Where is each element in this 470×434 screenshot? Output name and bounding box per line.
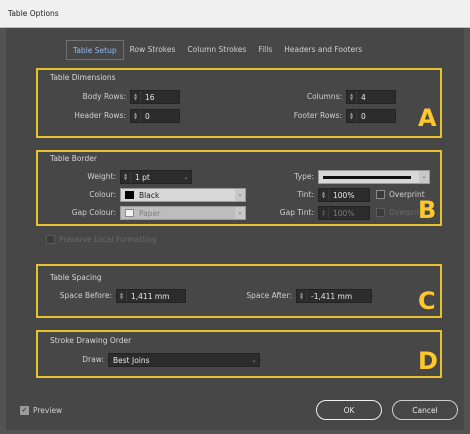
- checkbox-box[interactable]: [376, 208, 385, 217]
- callout-letter-d: D: [418, 347, 438, 375]
- chevron-down-icon[interactable]: ⌄: [419, 171, 429, 183]
- chevron-down-icon[interactable]: ⌄: [235, 189, 245, 201]
- weight-field[interactable]: ▲ ▼ 1 pt ⌄: [120, 170, 192, 184]
- callout-letter-a: A: [418, 104, 437, 132]
- columns-label: Columns:: [306, 92, 342, 101]
- header-rows-label: Header Rows:: [74, 111, 126, 120]
- tab-headers-footers[interactable]: Headers and Footers: [278, 40, 368, 60]
- tint-field[interactable]: ▲ ▼ 100%: [318, 188, 370, 202]
- space-before-value: 1,411 mm: [131, 291, 170, 301]
- colour-name: Black: [139, 190, 160, 200]
- space-before-label: Space Before:: [59, 291, 112, 300]
- gap-colour-value: Paper: [121, 209, 235, 218]
- preserve-local-formatting-label: Preserve Local Formatting: [59, 235, 157, 244]
- stepper-arrows-icon[interactable]: ▲ ▼: [319, 207, 329, 219]
- gap-tint-label: Gap Tint:: [279, 208, 314, 217]
- tab-row-strokes[interactable]: Row Strokes: [124, 40, 182, 60]
- black-swatch-icon: [125, 191, 134, 199]
- tint-label: Tint:: [297, 190, 314, 199]
- tab-bar: Table Setup Row Strokes Column Strokes F…: [66, 40, 368, 60]
- footer-rows-value: 0: [361, 111, 366, 121]
- chevron-down-icon[interactable]: ⌄: [181, 174, 191, 181]
- checkbox-box[interactable]: ✓: [20, 406, 29, 415]
- space-after-field[interactable]: ▲ ▼ -1,411 mm: [296, 289, 372, 303]
- draw-dropdown[interactable]: Best Joins ⌄: [108, 353, 260, 367]
- gap-tint-value: 100%: [333, 208, 355, 218]
- space-after-label: Space After:: [246, 291, 292, 300]
- ok-button[interactable]: OK: [316, 400, 382, 420]
- checkbox-box[interactable]: [376, 190, 385, 199]
- table-dimensions-title: Table Dimensions: [50, 73, 116, 82]
- stepper-arrows-icon[interactable]: ▲ ▼: [319, 189, 329, 201]
- cancel-button[interactable]: Cancel: [392, 400, 458, 420]
- gap-colour-dropdown[interactable]: Paper ⌄: [120, 206, 246, 220]
- preview-checkbox[interactable]: ✓ Preview: [20, 406, 62, 415]
- table-border-panel: Table Border Weight: ▲ ▼ 1 pt ⌄ Type: ⌄ C…: [36, 150, 442, 226]
- stepper-arrows-icon[interactable]: ▲ ▼: [131, 91, 141, 103]
- body-rows-field[interactable]: ▲ ▼ 16: [130, 90, 180, 104]
- colour-value: Black: [121, 191, 235, 200]
- tint-value: 100%: [333, 190, 355, 200]
- window-titlebar: Table Options: [0, 0, 470, 28]
- table-spacing-panel: Table Spacing Space Before: ▲ ▼ 1,411 mm …: [36, 264, 442, 318]
- gap-tint-field[interactable]: ▲ ▼ 100%: [318, 206, 370, 220]
- columns-field[interactable]: ▲ ▼ 4: [346, 90, 396, 104]
- preview-label: Preview: [33, 406, 63, 415]
- tab-fills[interactable]: Fills: [252, 40, 278, 60]
- stroke-type-preview: [319, 175, 419, 179]
- stepper-arrows-icon[interactable]: ▲ ▼: [131, 110, 141, 122]
- draw-value: Best Joins: [113, 355, 150, 365]
- stepper-arrows-icon[interactable]: ▲ ▼: [347, 110, 357, 122]
- draw-label: Draw:: [82, 355, 104, 364]
- header-rows-value: 0: [145, 111, 150, 121]
- colour-label: Colour:: [89, 190, 116, 199]
- callout-letter-b: B: [418, 196, 437, 224]
- weight-label: Weight:: [87, 172, 116, 181]
- callout-letter-c: C: [418, 287, 436, 315]
- body-rows-value: 16: [145, 92, 155, 102]
- stepper-arrows-icon[interactable]: ▲ ▼: [117, 290, 127, 302]
- chevron-down-icon[interactable]: ⌄: [249, 357, 259, 364]
- space-before-field[interactable]: ▲ ▼ 1,411 mm: [116, 289, 186, 303]
- stroke-type-dropdown[interactable]: ⌄: [318, 170, 430, 184]
- checkbox-box[interactable]: [46, 235, 55, 244]
- space-after-value: -1,411 mm: [311, 291, 353, 301]
- colour-dropdown[interactable]: Black ⌄: [120, 188, 246, 202]
- columns-value: 4: [361, 92, 366, 102]
- dialog-body: Table Setup Row Strokes Column Strokes F…: [6, 28, 464, 430]
- tab-column-strokes[interactable]: Column Strokes: [181, 40, 252, 60]
- stroke-drawing-order-panel: Stroke Drawing Order Draw: Best Joins ⌄ …: [36, 330, 442, 378]
- table-spacing-title: Table Spacing: [50, 273, 102, 282]
- stepper-arrows-icon[interactable]: ▲ ▼: [347, 91, 357, 103]
- paper-swatch-icon: [125, 209, 134, 217]
- body-rows-label: Body Rows:: [82, 92, 126, 101]
- table-dimensions-panel: Table Dimensions Body Rows: ▲ ▼ 16 Column…: [36, 68, 442, 138]
- weight-value: 1 pt: [135, 172, 150, 182]
- chevron-down-icon[interactable]: ⌄: [235, 207, 245, 219]
- stepper-arrows-icon[interactable]: ▲ ▼: [121, 171, 131, 183]
- window-title: Table Options: [8, 9, 59, 18]
- type-label: Type:: [294, 172, 314, 181]
- footer-rows-field[interactable]: ▲ ▼ 0: [346, 109, 396, 123]
- footer-rows-label: Footer Rows:: [293, 111, 342, 120]
- preserve-local-formatting-checkbox[interactable]: Preserve Local Formatting: [46, 235, 157, 244]
- table-border-title: Table Border: [50, 154, 97, 163]
- stroke-drawing-order-title: Stroke Drawing Order: [50, 336, 132, 345]
- gap-colour-name: Paper: [139, 208, 161, 218]
- gap-colour-label: Gap Colour:: [71, 208, 116, 217]
- header-rows-field[interactable]: ▲ ▼ 0: [130, 109, 180, 123]
- solid-stroke-icon: [323, 175, 411, 179]
- stepper-arrows-icon[interactable]: ▲ ▼: [297, 290, 307, 302]
- tab-table-setup[interactable]: Table Setup: [66, 40, 124, 60]
